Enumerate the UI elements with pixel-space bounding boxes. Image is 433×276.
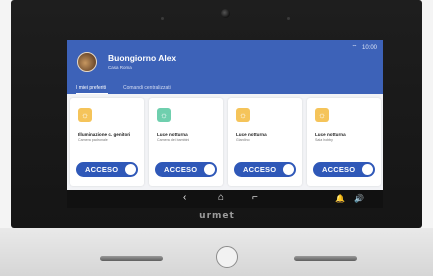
tab-bar: I miei preferiti Comandi centralizzati <box>67 82 383 94</box>
app-header: ⌔ 10:00 Buongiorno Alex Casa Roma I miei… <box>67 40 383 94</box>
toggle-knob <box>283 164 294 175</box>
card-subtitle: Camera padronale <box>78 138 108 142</box>
status-time: 10:00 <box>361 45 377 51</box>
tab-central-commands[interactable]: Comandi centralizzati <box>123 85 171 91</box>
card-title: Illuminazione c. genitori <box>78 132 131 137</box>
volume-icon[interactable]: 🔊 <box>354 194 364 203</box>
toggle-label: ACCESO <box>85 165 119 174</box>
toggle-label: ACCESO <box>322 165 356 174</box>
touch-screen: ⌔ 10:00 Buongiorno Alex Casa Roma I miei… <box>67 40 383 208</box>
device-card[interactable]: ☼ Luce notturna Camera dei bambini ACCES… <box>149 98 223 186</box>
wifi-icon: ⌔ <box>351 45 358 51</box>
location-text: Casa Roma <box>108 65 132 70</box>
on-off-toggle[interactable]: ACCESO <box>313 162 375 177</box>
toggle-label: ACCESO <box>243 165 277 174</box>
greeting-text: Buongiorno Alex <box>108 53 177 63</box>
intercom-device: ⌔ 10:00 Buongiorno Alex Casa Roma I miei… <box>0 0 433 276</box>
favorites-grid: ☼ Illuminazione c. genitori Camera padro… <box>67 98 383 190</box>
card-subtitle: Giardino <box>236 138 250 142</box>
device-card[interactable]: ☼ Illuminazione c. genitori Camera padro… <box>70 98 144 186</box>
card-subtitle: Sala hobby <box>315 138 333 142</box>
left-speaker-slot <box>100 256 163 261</box>
system-navbar: ‹ ⌂ ⌐ 🔔 🔊 <box>67 190 383 208</box>
bulb-icon: ☼ <box>157 108 171 122</box>
device-card[interactable]: ☼ Luce notturna Giardino ACCESO <box>228 98 302 186</box>
back-icon[interactable]: ‹ <box>183 192 186 203</box>
avatar[interactable] <box>77 52 97 72</box>
card-title: Luce notturna <box>315 132 346 137</box>
bell-icon[interactable]: 🔔 <box>335 194 345 203</box>
brand-logo: urmet <box>199 211 235 221</box>
right-speaker-slot <box>294 256 357 261</box>
bulb-icon: ☼ <box>236 108 250 122</box>
on-off-toggle[interactable]: ACCESO <box>76 162 138 177</box>
toggle-knob <box>204 164 215 175</box>
on-off-toggle[interactable]: ACCESO <box>234 162 296 177</box>
toggle-label: ACCESO <box>164 165 198 174</box>
active-tab-indicator <box>76 93 108 94</box>
card-title: Luce notturna <box>157 132 188 137</box>
device-card[interactable]: ☼ Luce notturna Sala hobby ACCESO <box>307 98 381 186</box>
card-subtitle: Camera dei bambini <box>157 138 190 142</box>
home-icon[interactable]: ⌂ <box>218 192 224 203</box>
recent-apps-icon[interactable]: ⌐ <box>252 192 258 203</box>
camera-lens <box>221 9 230 18</box>
sensor-right <box>287 17 290 20</box>
bulb-icon: ☼ <box>315 108 329 122</box>
on-off-toggle[interactable]: ACCESO <box>155 162 217 177</box>
toggle-knob <box>125 164 136 175</box>
home-button[interactable] <box>216 246 238 268</box>
bulb-icon: ☼ <box>78 108 92 122</box>
status-bar: ⌔ 10:00 <box>349 43 377 51</box>
card-title: Luce notturna <box>236 132 267 137</box>
toggle-knob <box>362 164 373 175</box>
tab-favorites[interactable]: I miei preferiti <box>76 85 106 91</box>
sensor-left <box>161 17 164 20</box>
